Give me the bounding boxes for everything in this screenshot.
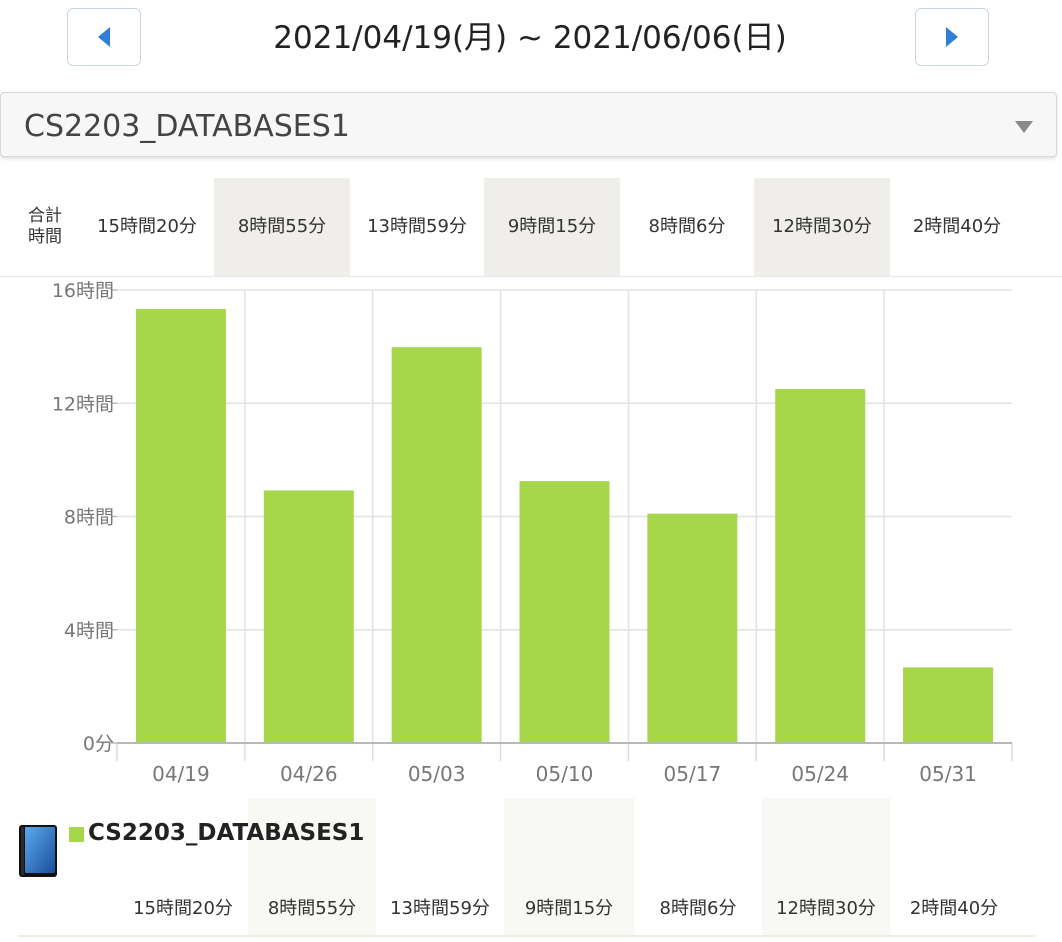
- total-cell: 13時間59分: [367, 216, 467, 237]
- x-tick-label: 04/19: [152, 762, 210, 786]
- bar: [135, 308, 226, 743]
- weekly-totals-row: 合計 時間 15時間20分 8時間55分 13時間59分 9時間15分 8時間6…: [0, 178, 1062, 277]
- total-cell: 8時間55分: [214, 178, 350, 276]
- course-breakdown: CS2203_DATABASES1 15時間20分 8時間55分 13時間59分…: [0, 798, 1062, 942]
- bar: [903, 667, 994, 743]
- previous-period-button[interactable]: [67, 8, 141, 66]
- date-range-title: 2021/04/19(月) ~ 2021/06/06(日): [273, 20, 787, 56]
- triangle-right-icon: [946, 27, 958, 47]
- bar: [519, 481, 610, 743]
- course-name: CS2203_DATABASES1: [88, 820, 365, 846]
- total-cell: 2時間40分: [912, 216, 1002, 237]
- bar: [263, 490, 354, 743]
- x-tick-label: 05/31: [919, 762, 977, 786]
- course-week-value: 8時間6分: [659, 898, 737, 919]
- totals-label: 合計 時間: [28, 206, 62, 247]
- x-tick-label: 05/24: [791, 762, 849, 786]
- course-week-value: 15時間20分: [133, 898, 233, 919]
- course-select-value: CS2203_DATABASES1: [24, 109, 350, 144]
- course-select[interactable]: CS2203_DATABASES1: [0, 92, 1057, 157]
- triangle-left-icon: [98, 27, 110, 47]
- course-week-value: 13時間59分: [390, 898, 490, 919]
- y-tick-label: 0分: [83, 733, 114, 755]
- bar: [775, 389, 866, 743]
- course-week-value: 8時間55分: [267, 898, 357, 919]
- breakdown-divider: [18, 935, 1036, 937]
- total-cell: 8時間6分: [648, 216, 726, 237]
- y-tick-label: 16時間: [52, 280, 114, 302]
- bar: [391, 347, 482, 743]
- x-tick-label: 04/26: [280, 762, 338, 786]
- course-week-value: 2時間40分: [909, 898, 999, 919]
- y-tick-label: 4時間: [64, 620, 114, 642]
- x-tick-label: 05/10: [536, 762, 594, 786]
- triangle-down-icon: [1015, 121, 1033, 133]
- x-tick-label: 05/03: [408, 762, 466, 786]
- course-week-value: 12時間30分: [776, 898, 876, 919]
- y-tick-label: 8時間: [64, 507, 114, 529]
- y-tick-label: 12時間: [52, 393, 114, 415]
- total-cell: 15時間20分: [97, 216, 197, 237]
- course-week-value: 9時間15分: [524, 898, 614, 919]
- bar: [647, 513, 738, 743]
- weekly-study-time-chart: 0分 4時間 8時間 12時間 16時間 04/19 04/26 05/03 05/10 05/1…: [52, 280, 1013, 786]
- next-period-button[interactable]: [915, 8, 989, 66]
- x-tick-label: 05/17: [664, 762, 722, 786]
- book-icon: [19, 825, 57, 877]
- total-cell: 12時間30分: [754, 178, 890, 276]
- total-cell: 9時間15分: [484, 178, 620, 276]
- legend-swatch: [69, 827, 84, 842]
